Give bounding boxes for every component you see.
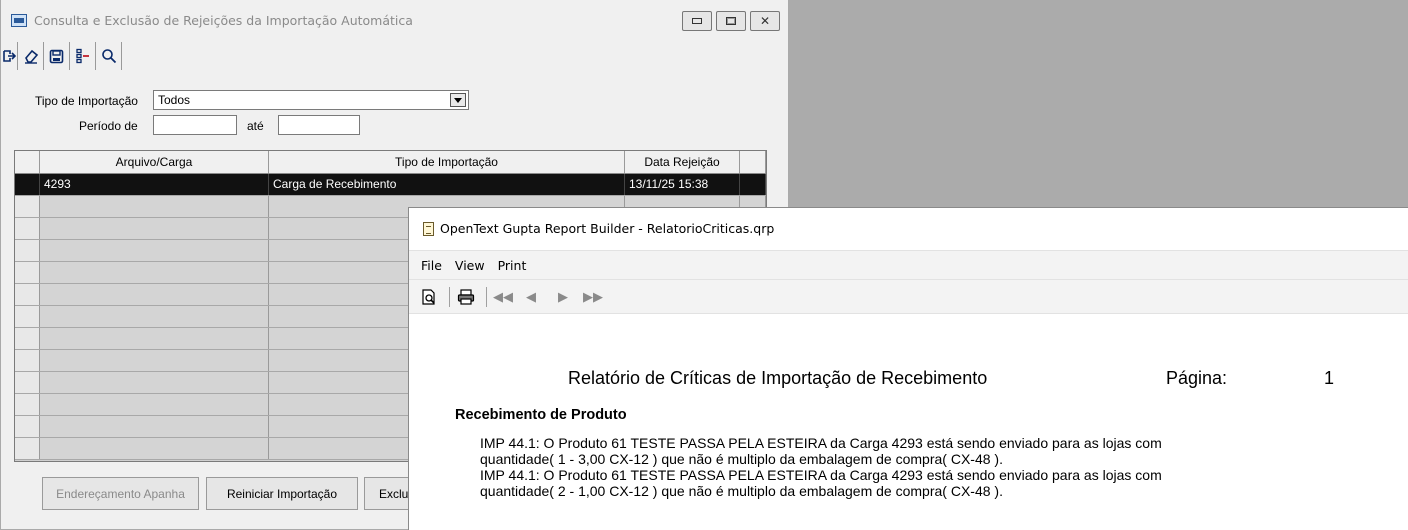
empty-cell xyxy=(40,262,269,283)
empty-cell xyxy=(40,372,269,393)
minimize-icon xyxy=(692,18,702,24)
save-icon xyxy=(49,49,64,63)
empty-cell xyxy=(15,394,40,415)
column-header-tipo[interactable]: Tipo de Importação xyxy=(269,151,625,173)
eraser-icon xyxy=(24,49,38,64)
empty-cell xyxy=(15,372,40,393)
save-button[interactable] xyxy=(44,42,70,70)
tipo-importacao-select[interactable]: Todos xyxy=(153,90,469,110)
print-button[interactable] xyxy=(456,285,476,309)
next-page-icon: ▶ xyxy=(558,288,568,304)
print-preview-icon xyxy=(422,288,435,305)
menu-file[interactable]: File xyxy=(421,258,442,273)
report-document-icon xyxy=(423,222,434,236)
report-window-title: OpenText Gupta Report Builder - Relatori… xyxy=(440,221,775,236)
periodo-from-input[interactable] xyxy=(153,115,237,135)
search-icon xyxy=(101,49,116,64)
first-page-icon: ◀◀ xyxy=(493,288,513,304)
empty-cell xyxy=(40,438,269,459)
cell-data: 13/11/25 15:38 xyxy=(625,174,740,195)
exit-button[interactable] xyxy=(1,42,18,70)
exit-icon xyxy=(3,50,16,62)
cell-extra xyxy=(740,174,766,195)
empty-cell xyxy=(15,284,40,305)
empty-cell xyxy=(40,196,269,217)
menu-print[interactable]: Print xyxy=(498,258,527,273)
search-button[interactable] xyxy=(96,42,122,70)
empty-cell xyxy=(15,438,40,459)
periodo-to-input[interactable] xyxy=(278,115,360,135)
empty-cell xyxy=(15,196,40,217)
clear-button[interactable] xyxy=(18,42,44,70)
empty-cell xyxy=(15,306,40,327)
row-selector[interactable] xyxy=(15,174,40,195)
previous-page-icon: ◀ xyxy=(526,288,536,304)
print-preview-button[interactable] xyxy=(419,285,439,309)
periodo-label: Período de xyxy=(79,119,138,133)
cell-arquivo: 4293 xyxy=(40,174,269,195)
menu-bar: File View Print xyxy=(409,250,1408,280)
report-line: quantidade( 1 - 3,00 CX-12 ) que não é m… xyxy=(480,451,1003,467)
page-label: Página: xyxy=(1166,368,1228,388)
first-page-button[interactable]: ◀◀ xyxy=(493,285,513,309)
report-builder-window: OpenText Gupta Report Builder - Relatori… xyxy=(408,207,1408,530)
app-icon xyxy=(11,14,27,27)
toolbar xyxy=(1,42,122,72)
empty-cell xyxy=(15,218,40,239)
report-line: IMP 44.1: O Produto 61 TESTE PASSA PELA … xyxy=(480,435,1162,451)
table-header: Arquivo/Carga Tipo de Importação Data Re… xyxy=(15,151,766,174)
report-title-bar[interactable]: OpenText Gupta Report Builder - Relatori… xyxy=(409,208,1408,250)
report-line: quantidade( 2 - 1,00 CX-12 ) que não é m… xyxy=(480,483,1003,499)
empty-cell xyxy=(40,350,269,371)
empty-cell xyxy=(40,218,269,239)
last-page-icon: ▶▶ xyxy=(583,288,603,304)
empty-cell xyxy=(40,328,269,349)
report-section-heading: Recebimento de Produto xyxy=(455,407,627,423)
column-header-data[interactable]: Data Rejeição xyxy=(625,151,740,173)
page-number: 1 xyxy=(1324,368,1335,388)
empty-cell xyxy=(15,350,40,371)
empty-cell xyxy=(40,416,269,437)
reiniciar-importacao-button[interactable]: Reiniciar Importação xyxy=(206,477,358,510)
empty-cell xyxy=(15,262,40,283)
close-button[interactable]: ✕ xyxy=(750,11,780,31)
empty-cell xyxy=(15,416,40,437)
window-controls: ✕ xyxy=(682,11,780,31)
row-selector-header xyxy=(15,151,40,173)
report-toolbar: ◀◀ ◀ ▶ ▶▶ xyxy=(409,280,1408,314)
details-button[interactable] xyxy=(70,42,96,70)
column-header-arquivo[interactable]: Arquivo/Carga xyxy=(40,151,269,173)
ate-label: até xyxy=(247,119,264,133)
title-bar[interactable]: Consulta e Exclusão de Rejeições da Impo… xyxy=(1,0,788,44)
menu-view[interactable]: View xyxy=(455,258,485,273)
maximize-icon xyxy=(726,17,736,25)
empty-cell xyxy=(15,240,40,261)
enderecamento-apanha-button[interactable]: Endereçamento Apanha xyxy=(42,477,199,510)
table-row[interactable]: 4293 Carga de Recebimento 13/11/25 15:38 xyxy=(15,174,766,196)
column-header-extra xyxy=(740,151,766,173)
empty-cell xyxy=(40,284,269,305)
report-messages: IMP 44.1: O Produto 61 TESTE PASSA PELA … xyxy=(480,435,1162,499)
tipo-importacao-value: Todos xyxy=(158,93,191,107)
next-page-button[interactable]: ▶ xyxy=(553,285,573,309)
printer-icon xyxy=(457,288,475,305)
report-line: IMP 44.1: O Produto 61 TESTE PASSA PELA … xyxy=(480,467,1162,483)
maximize-button[interactable] xyxy=(716,11,746,31)
last-page-button[interactable]: ▶▶ xyxy=(583,285,603,309)
minimize-button[interactable] xyxy=(682,11,712,31)
close-icon: ✕ xyxy=(759,14,771,28)
empty-cell xyxy=(40,394,269,415)
empty-cell xyxy=(15,328,40,349)
toolbar-separator xyxy=(449,286,450,307)
tipo-importacao-label: Tipo de Importação xyxy=(35,94,138,108)
report-title: Relatório de Críticas de Importação de R… xyxy=(568,368,988,388)
toolbar-separator xyxy=(486,286,487,307)
list-icon xyxy=(76,48,89,64)
chevron-down-icon[interactable] xyxy=(450,93,466,107)
previous-page-button[interactable]: ◀ xyxy=(521,285,541,309)
empty-cell xyxy=(40,306,269,327)
cell-tipo: Carga de Recebimento xyxy=(269,174,625,195)
empty-cell xyxy=(40,240,269,261)
window-title: Consulta e Exclusão de Rejeições da Impo… xyxy=(34,13,413,28)
